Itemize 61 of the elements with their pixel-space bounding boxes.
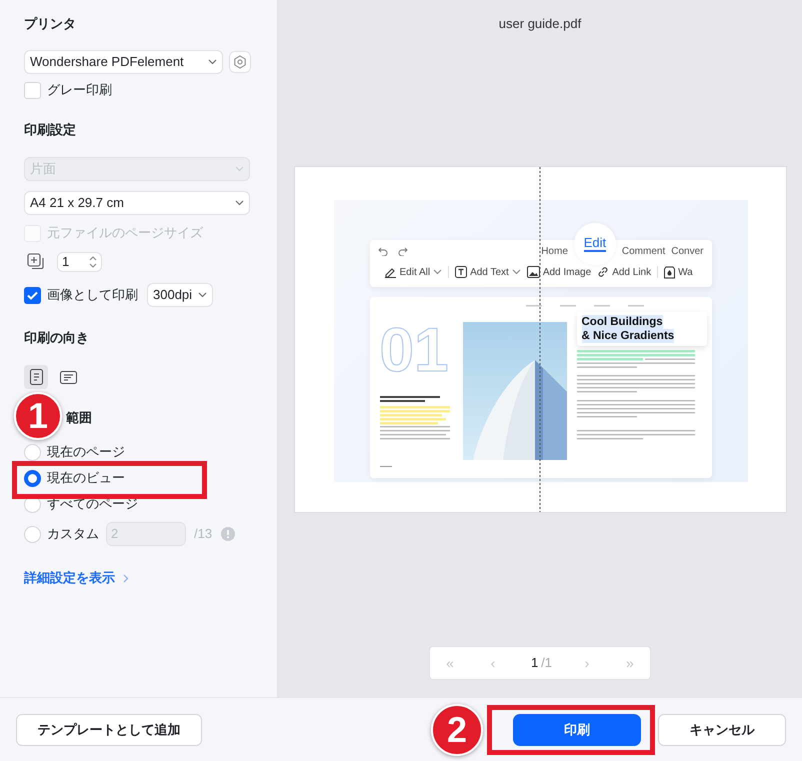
add-template-button[interactable]: テンプレートとして追加 (16, 714, 202, 746)
tool-button[interactable]: Edit All (384, 264, 442, 280)
checkbox-label: 画像として印刷 (47, 286, 138, 304)
radio-button[interactable] (24, 470, 41, 486)
copies-stepper[interactable]: 1 (57, 252, 102, 272)
caret-icon (235, 166, 244, 172)
text-box-icon (455, 266, 468, 278)
drop-icon (664, 266, 676, 278)
document-title: user guide.pdf (498, 15, 582, 33)
caret-icon (198, 292, 207, 298)
checkbox-label: 元ファイルのページサイズ (47, 224, 203, 242)
pen-icon (384, 266, 396, 278)
tool-button[interactable]: Add Image (526, 264, 592, 280)
redo-icon[interactable] (398, 246, 408, 256)
caret-icon (235, 200, 244, 206)
link-icon (597, 266, 610, 278)
paper-size-dropdown[interactable]: A4 21 x 29.7 cm (24, 191, 250, 215)
tool-button[interactable]: Add Text (455, 264, 521, 280)
section-heading: 印刷の向き (24, 329, 90, 347)
option-label: すべてのページ (47, 495, 138, 514)
check-icon (27, 290, 38, 300)
stepper-arrows-icon (89, 255, 97, 269)
orientation-button[interactable] (24, 365, 48, 389)
app-tab[interactable]: Comment (622, 244, 666, 258)
section-heading: 範囲 (66, 409, 93, 427)
chevron-right-icon (123, 574, 129, 582)
checkbox[interactable] (24, 82, 41, 98)
printer-dropdown[interactable]: Wondershare PDFelement (24, 50, 223, 74)
large-number: 01 (380, 320, 450, 382)
landscape-page-icon (60, 370, 76, 384)
tool-button[interactable]: Add Link (597, 264, 652, 280)
caret-icon (512, 269, 521, 275)
settings-button[interactable] (229, 51, 251, 73)
copies-icon (27, 253, 45, 271)
tool-button[interactable]: Wa (664, 264, 693, 280)
caret-icon (433, 269, 442, 275)
headline-text: & Nice Gradients (582, 329, 674, 343)
app-tab[interactable]: Home (541, 244, 568, 258)
caret-icon (208, 59, 217, 65)
option-label: カスタム (47, 525, 99, 544)
cancel-button[interactable]: キャンセル (658, 714, 786, 746)
portrait-page-icon (30, 369, 42, 385)
app-tab[interactable]: Edit (574, 223, 616, 265)
advanced-settings-link[interactable]: 詳細設定を表示 (24, 568, 115, 588)
option-label: 現在のビュー (47, 469, 125, 488)
print-button[interactable]: 印刷 (513, 714, 641, 746)
undo-icon[interactable] (378, 246, 388, 256)
app-tab[interactable]: Conver (671, 244, 704, 258)
page-count: /13 (194, 525, 212, 544)
info-icon (221, 527, 236, 541)
image-icon (526, 266, 540, 278)
current-page: 1 (530, 654, 538, 672)
section-heading: 印刷設定 (24, 121, 77, 139)
settings-icon (233, 55, 247, 69)
option-label: 現在のページ (47, 443, 125, 462)
page-total: /1 (541, 654, 552, 672)
headline-text: Cool Buildings (582, 315, 663, 329)
checkbox[interactable] (24, 286, 41, 304)
dpi-dropdown[interactable]: 300dpi (147, 283, 213, 307)
checkbox-label: グレー印刷 (47, 81, 112, 100)
section-heading: プリンタ (24, 15, 77, 33)
